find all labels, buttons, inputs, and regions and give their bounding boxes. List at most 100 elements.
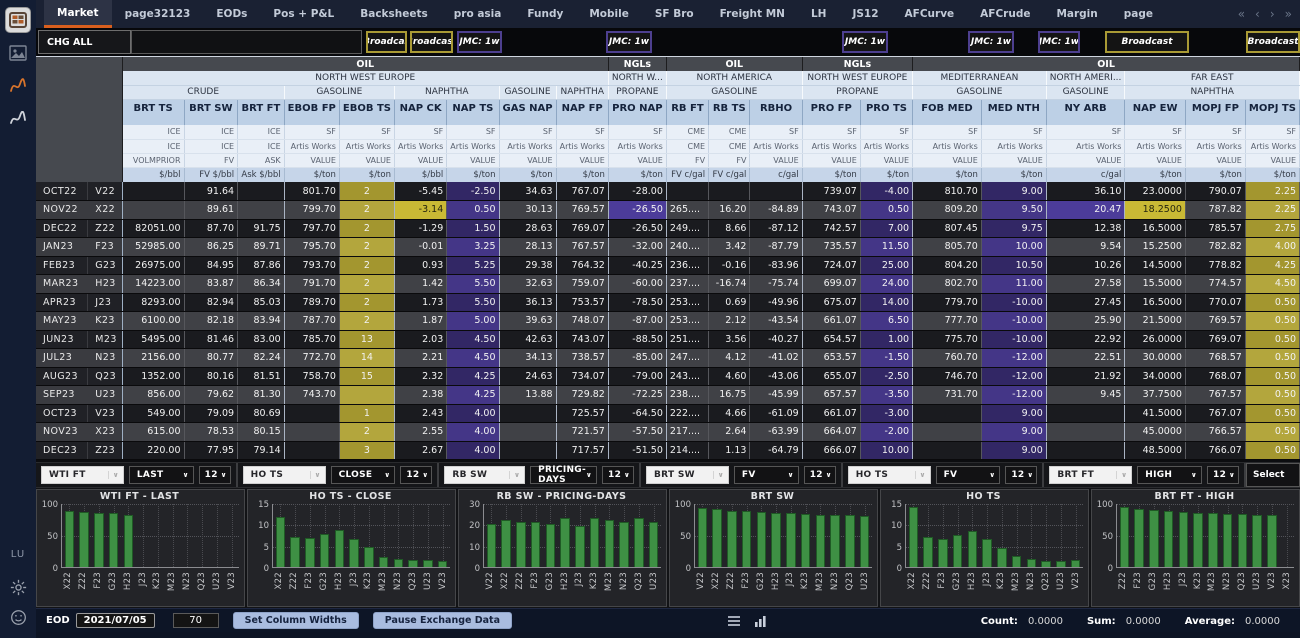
grid-cell[interactable]: 5.50	[447, 293, 499, 312]
grid-cell[interactable]: 2.75	[1245, 219, 1299, 238]
grid-cell[interactable]: 217....	[666, 423, 708, 442]
metric-select-5[interactable]: FV∨	[936, 466, 1001, 484]
grid-cell[interactable]: 774.57	[1185, 275, 1245, 294]
grid-cell[interactable]	[913, 441, 982, 460]
grid-cell[interactable]: 77.95	[184, 441, 238, 460]
grid-cell[interactable]: -43.54	[750, 312, 802, 331]
grid-cell[interactable]: 1.73	[394, 293, 446, 312]
grid-cell[interactable]: 797.70	[284, 219, 339, 238]
grid-cell[interactable]: 3.42	[709, 238, 750, 257]
grid-cell[interactable]: -75.74	[750, 275, 802, 294]
grid-cell[interactable]: 11.50	[860, 238, 912, 257]
grid-cell[interactable]: 9.54	[1046, 238, 1125, 257]
grid-cell[interactable]: 777.70	[913, 312, 982, 331]
grid-cell[interactable]: 769.57	[1185, 312, 1245, 331]
metric-select-1[interactable]: LAST∨	[129, 466, 194, 484]
grid-cell[interactable]: 11.00	[981, 275, 1046, 294]
grid-cell[interactable]: 24.63	[499, 367, 556, 386]
grid-cell[interactable]: 14223.00	[122, 275, 184, 294]
grid-cell[interactable]: 654.57	[802, 330, 860, 349]
grid-cell[interactable]	[913, 404, 982, 423]
period-select-3[interactable]: 12∨	[602, 466, 634, 484]
grid-cell[interactable]: 23.0000	[1125, 182, 1186, 201]
grid-cell[interactable]: 768.57	[1185, 349, 1245, 368]
grid-cell[interactable]: 768.07	[1185, 367, 1245, 386]
grid-cell[interactable]: 2.32	[394, 367, 446, 386]
grid-cell[interactable]: 5.00	[447, 312, 499, 331]
grid-cell[interactable]: 1.87	[394, 312, 446, 331]
grid-cell[interactable]: 82051.00	[122, 219, 184, 238]
grid-cell[interactable]: 4.00	[1245, 238, 1299, 257]
grid-cell[interactable]: 15	[339, 367, 394, 386]
grid-cell[interactable]: -12.00	[981, 349, 1046, 368]
grid-cell[interactable]: 9.50	[981, 201, 1046, 220]
grid-cell[interactable]: 2.12	[709, 312, 750, 331]
grid-cell[interactable]: 4.25	[1245, 256, 1299, 275]
grid-cell[interactable]: 91.75	[238, 219, 285, 238]
grid-cell[interactable]: 657.57	[802, 386, 860, 405]
grid-cell[interactable]: 86.25	[184, 238, 238, 257]
instrument-select-4[interactable]: BRT SW∨	[646, 466, 729, 484]
grid-cell[interactable]: 79.09	[184, 404, 238, 423]
metric-select-2[interactable]: CLOSE∨	[331, 466, 396, 484]
grid-cell[interactable]: 807.45	[913, 219, 982, 238]
grid-cell[interactable]: 82.18	[184, 312, 238, 331]
grid-cell[interactable]: 18.2500	[1125, 201, 1186, 220]
metric-select-3[interactable]: PRICING-DAYS∨	[530, 466, 597, 484]
grid-cell[interactable]: 787.82	[1185, 201, 1245, 220]
grid-cell[interactable]: -41.02	[750, 349, 802, 368]
grid-cell[interactable]: 4.00	[447, 441, 499, 460]
grid-cell[interactable]: 661.07	[802, 404, 860, 423]
grid-cell[interactable]: 2	[339, 256, 394, 275]
grid-cell[interactable]: 14	[339, 349, 394, 368]
period-select-1[interactable]: 12∨	[199, 466, 231, 484]
grid-cell[interactable]: 39.63	[499, 312, 556, 331]
grid-cell[interactable]	[1046, 423, 1125, 442]
grid-cell[interactable]	[1046, 441, 1125, 460]
grid-cell[interactable]: -79.00	[608, 367, 666, 386]
grid-cell[interactable]: 738.57	[556, 349, 608, 368]
grid-cell[interactable]: 0.50	[1245, 293, 1299, 312]
instrument-select-3[interactable]: RB SW∨	[444, 466, 525, 484]
grid-cell[interactable]: 743.07	[802, 201, 860, 220]
grid-cell[interactable]: -12.00	[981, 367, 1046, 386]
jmc-button[interactable]: JMC: 1w	[1038, 31, 1080, 53]
grid-cell[interactable]: 739.07	[802, 182, 860, 201]
broadcast-button[interactable]: Broadcast	[1105, 31, 1189, 53]
grid-cell[interactable]: 85.03	[238, 293, 285, 312]
grid-cell[interactable]: 779.70	[913, 293, 982, 312]
grid-cell[interactable]: 52985.00	[122, 238, 184, 257]
grid-view-icon[interactable]	[5, 7, 31, 33]
grid-cell[interactable]: -1.29	[394, 219, 446, 238]
grid-cell[interactable]: 758.70	[284, 367, 339, 386]
grid-cell[interactable]: -28.00	[608, 182, 666, 201]
grid-cell[interactable]: 3	[339, 441, 394, 460]
grid-cell[interactable]: 721.57	[556, 423, 608, 442]
tab-freight-mn[interactable]: Freight MN	[707, 0, 798, 28]
broadcast-button[interactable]: Broadcas	[366, 31, 407, 53]
chg-all-button[interactable]: CHG ALL	[38, 30, 131, 54]
grid-cell[interactable]: 253....	[666, 312, 708, 331]
grid-cell[interactable]: 10.00	[981, 238, 1046, 257]
grid-cell[interactable]: -16.74	[709, 275, 750, 294]
grid-cell[interactable]: 0.93	[394, 256, 446, 275]
grid-cell[interactable]: 15.5000	[1125, 275, 1186, 294]
set-column-widths-button[interactable]: Set Column Widths	[233, 612, 359, 629]
tab-fundy[interactable]: Fundy	[514, 0, 576, 28]
grid-cell[interactable]: -87.12	[750, 219, 802, 238]
grid-cell[interactable]: 767.57	[556, 238, 608, 257]
grid-cell[interactable]: 247....	[666, 349, 708, 368]
grid-cell[interactable]: 32.63	[499, 275, 556, 294]
grid-cell[interactable]: -45.99	[750, 386, 802, 405]
grid-cell[interactable]: -26.50	[608, 201, 666, 220]
trailing-select[interactable]: Select	[1246, 463, 1300, 487]
grid-cell[interactable]: 14.00	[860, 293, 912, 312]
grid-cell[interactable]: 810.70	[913, 182, 982, 201]
tab-js12[interactable]: JS12	[839, 0, 891, 28]
grid-cell[interactable]: -10.00	[981, 312, 1046, 331]
grid-cell[interactable]: -84.89	[750, 201, 802, 220]
grid-cell[interactable]: 251....	[666, 330, 708, 349]
grid-cell[interactable]: 717.57	[556, 441, 608, 460]
grid-cell[interactable]: 30.13	[499, 201, 556, 220]
control-input-box[interactable]	[131, 30, 362, 54]
